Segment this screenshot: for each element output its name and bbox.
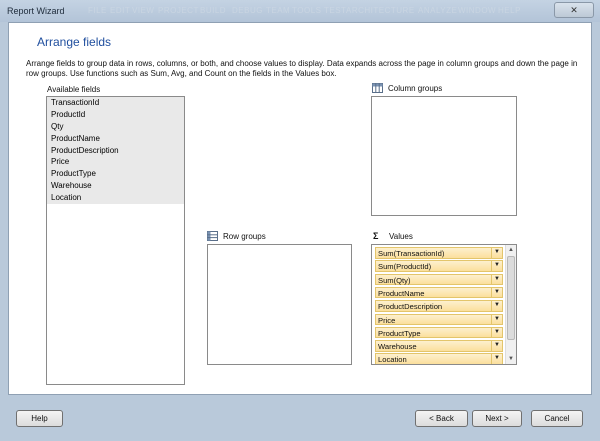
page-title: Arrange fields <box>37 35 112 49</box>
chevron-down-icon[interactable]: ▼ <box>491 314 502 324</box>
column-groups-dropzone[interactable] <box>371 96 517 216</box>
ghost-menu-item: FILE <box>88 6 107 15</box>
value-item-label: Sum(ProductId) <box>378 262 432 272</box>
chevron-down-icon[interactable]: ▼ <box>491 274 502 285</box>
value-item[interactable]: ProductDescription ▼ <box>375 300 503 312</box>
chevron-down-icon[interactable]: ▼ <box>491 261 502 271</box>
row-groups-label: Row groups <box>223 232 266 241</box>
scrollbar-thumb[interactable] <box>507 256 515 340</box>
chevron-down-icon[interactable]: ▼ <box>491 301 502 311</box>
value-item-label: ProductType <box>378 328 421 338</box>
ghost-menu-item: WINDOW <box>458 6 497 15</box>
ghost-menu-item: TEAM <box>266 6 291 15</box>
chevron-down-icon[interactable]: ▼ <box>491 327 502 338</box>
ghost-menu-item: PROJECT <box>158 6 199 15</box>
close-icon: ✕ <box>570 5 578 15</box>
value-item[interactable]: ProductName ▼ <box>375 286 503 299</box>
ghost-menu-item: HELP <box>498 6 521 15</box>
ghost-menu-item: ARCHITECTURE <box>346 6 415 15</box>
value-item[interactable]: Sum(ProductId) ▼ <box>375 260 503 272</box>
values-scrollbar[interactable]: ▲ ▼ <box>505 245 516 364</box>
field-item[interactable]: Location <box>47 192 184 205</box>
ghost-menu-item: VIEW <box>132 6 155 15</box>
value-item[interactable]: Warehouse ▼ <box>375 340 503 352</box>
title-bar[interactable]: Report Wizard FILE EDIT VIEW PROJECT BUI… <box>0 0 600 22</box>
wizard-content: Arrange fields Arrange fields to group d… <box>8 22 592 395</box>
ghost-menu-item: DEBUG <box>232 6 263 15</box>
field-item[interactable]: ProductName <box>47 132 184 145</box>
value-item[interactable]: Location ▼ <box>375 353 503 365</box>
value-item[interactable]: Price ▼ <box>375 313 503 325</box>
field-item[interactable]: TransactionId <box>47 97 184 109</box>
value-item-label: ProductName <box>378 288 425 298</box>
sigma-icon: Σ <box>373 231 379 241</box>
window-title: Report Wizard <box>7 6 65 16</box>
value-item-label: Price <box>378 315 396 325</box>
chevron-down-icon[interactable]: ▼ <box>491 287 502 298</box>
row-groups-icon <box>207 231 218 241</box>
help-button[interactable]: Help <box>16 410 63 427</box>
value-item-label: Sum(TransactionId) <box>378 249 445 258</box>
value-item[interactable]: Sum(Qty) ▼ <box>375 273 503 286</box>
field-item[interactable]: ProductId <box>47 108 184 121</box>
ghost-menu-item: BUILD <box>200 6 227 15</box>
page-description: Arrange fields to group data in rows, co… <box>26 59 578 78</box>
available-fields-list[interactable]: TransactionId ProductId Qty ProductName … <box>46 96 185 385</box>
value-item[interactable]: ProductType ▼ <box>375 326 503 339</box>
ghost-menu-item: TEST <box>324 6 347 15</box>
cancel-button[interactable]: Cancel <box>531 410 583 427</box>
ghost-menu-item: EDIT <box>110 6 131 15</box>
ghost-menu-item: TOOLS <box>292 6 322 15</box>
close-button[interactable]: ✕ <box>554 2 594 18</box>
value-item-label: Warehouse <box>378 342 417 352</box>
value-item-label: ProductDescription <box>378 302 443 312</box>
value-item[interactable]: Sum(TransactionId) ▼ <box>375 247 503 259</box>
wizard-footer: Help < Back Next > Cancel <box>0 395 600 441</box>
scroll-up-icon[interactable]: ▲ <box>506 245 516 255</box>
column-groups-label: Column groups <box>388 84 443 93</box>
report-wizard-window: Report Wizard FILE EDIT VIEW PROJECT BUI… <box>0 0 600 441</box>
chevron-down-icon[interactable]: ▼ <box>491 341 502 351</box>
ghost-menu-item: ANALYZE <box>418 6 458 15</box>
chevron-down-icon[interactable]: ▼ <box>491 248 502 258</box>
value-item-label: Sum(Qty) <box>378 275 411 285</box>
field-item[interactable]: Price <box>47 156 184 169</box>
available-fields-label: Available fields <box>47 85 101 94</box>
next-button[interactable]: Next > <box>472 410 522 427</box>
scroll-down-icon[interactable]: ▼ <box>506 354 516 364</box>
column-groups-icon <box>372 83 383 93</box>
chevron-down-icon[interactable]: ▼ <box>491 354 502 364</box>
field-item[interactable]: Warehouse <box>47 180 184 193</box>
values-label: Values <box>389 232 413 241</box>
field-item[interactable]: ProductDescription <box>47 144 184 157</box>
value-item-label: Location <box>378 355 407 365</box>
back-button[interactable]: < Back <box>415 410 468 427</box>
values-dropzone[interactable]: Sum(TransactionId) ▼ Sum(ProductId) ▼ Sum(… <box>371 244 517 365</box>
field-item[interactable]: ProductType <box>47 168 184 181</box>
field-item[interactable]: Qty <box>47 120 184 133</box>
row-groups-dropzone[interactable] <box>207 244 352 365</box>
